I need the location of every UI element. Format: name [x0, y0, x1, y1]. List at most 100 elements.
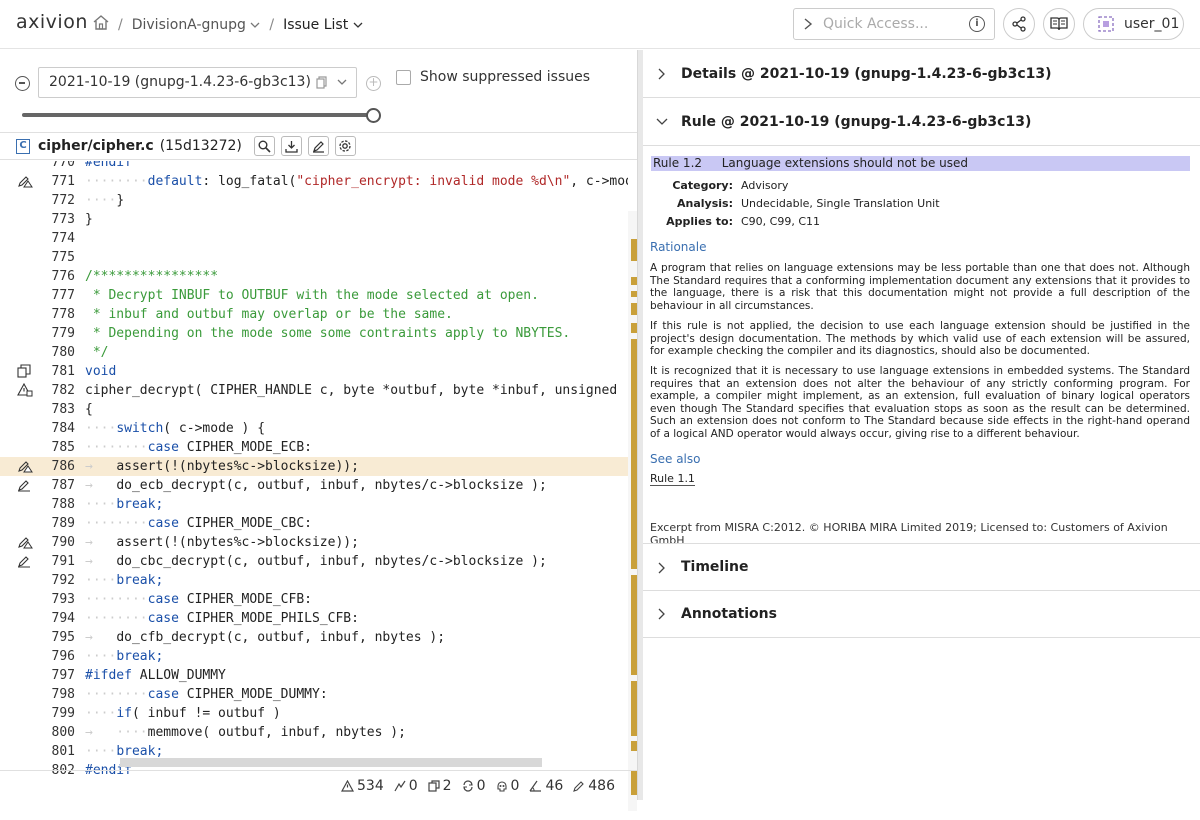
- remove-version-button[interactable]: [15, 76, 30, 91]
- metric-count[interactable]: 0: [394, 778, 418, 794]
- code-line[interactable]: 780 */: [0, 343, 628, 362]
- code-line[interactable]: 779 * Depending on the mode some some co…: [0, 324, 628, 343]
- code-text: ····break;: [85, 573, 164, 588]
- cycle-count[interactable]: 0: [462, 778, 486, 794]
- code-text: ········case CIPHER_MODE_CFB:: [85, 592, 312, 607]
- code-line[interactable]: 794 ········case CIPHER_MODE_PHILS_CFB:: [0, 609, 628, 628]
- issue-minimap[interactable]: [628, 211, 637, 811]
- line-number: 788: [51, 497, 75, 512]
- annotations-section-header[interactable]: Annotations: [643, 590, 1200, 638]
- settings-button[interactable]: [334, 136, 356, 156]
- code-line[interactable]: 795 → do_cfb_decrypt(c, outbuf, inbuf, nb…: [0, 628, 628, 647]
- warning-count[interactable]: 534: [341, 778, 384, 794]
- line-number: 801: [51, 744, 75, 759]
- chevron-right-icon: [658, 608, 665, 620]
- line-number: 771: [51, 174, 75, 189]
- code-line[interactable]: 800 → ····memmove( outbuf, inbuf, nbytes …: [0, 723, 628, 742]
- show-suppressed-checkbox[interactable]: [396, 70, 411, 85]
- code-line[interactable]: 787 → do_ecb_decrypt(c, outbuf, inbuf, nb…: [0, 476, 628, 495]
- show-suppressed-label: Show suppressed issues: [420, 69, 591, 85]
- code-text: ········case CIPHER_MODE_ECB:: [85, 440, 312, 455]
- axivion-logo[interactable]: axivion: [16, 11, 88, 33]
- code-line[interactable]: 784 ····switch( c->mode ) {: [0, 419, 628, 438]
- code-line[interactable]: 786 → assert(!(nbytes%c->blocksize));: [0, 457, 628, 476]
- horizontal-scrollbar[interactable]: [120, 758, 542, 767]
- issue-marker-icon[interactable]: [17, 174, 33, 192]
- breadcrumb-view[interactable]: Issue List: [283, 17, 363, 33]
- line-number: 780: [51, 345, 75, 360]
- download-icon: [285, 140, 298, 153]
- copy-icon[interactable]: [316, 76, 327, 89]
- file-toolbar: C cipher/cipher.c (15d13272): [0, 132, 637, 160]
- code-line[interactable]: 785 ········case CIPHER_MODE_ECB:: [0, 438, 628, 457]
- download-button[interactable]: [280, 136, 302, 156]
- line-number: 776: [51, 269, 75, 284]
- style-violation-count[interactable]: 486: [573, 778, 615, 794]
- share-button[interactable]: [1003, 8, 1035, 40]
- dead-code-count[interactable]: 0: [496, 778, 519, 794]
- issue-marker-icon[interactable]: [17, 382, 33, 401]
- code-line[interactable]: 788 ····break;: [0, 495, 628, 514]
- add-version-button[interactable]: +: [366, 76, 381, 91]
- pencil-icon: [573, 780, 585, 792]
- user-menu-button[interactable]: user_01: [1083, 8, 1184, 40]
- version-select[interactable]: 2021-10-19 (gnupg-1.4.23-6-gb3c13): [38, 67, 357, 98]
- code-text: #ifdef ALLOW_DUMMY: [85, 668, 226, 683]
- source-pane: 2021-10-19 (gnupg-1.4.23-6-gb3c13) + Sho…: [0, 50, 637, 811]
- code-text: ····switch( c->mode ) {: [85, 421, 266, 436]
- rule-section-header[interactable]: Rule @ 2021-10-19 (gnupg-1.4.23-6-gb3c13…: [643, 98, 1200, 146]
- code-line[interactable]: 782 cipher_decrypt( CIPHER_HANDLE c, byte…: [0, 381, 628, 400]
- details-section-header[interactable]: Details @ 2021-10-19 (gnupg-1.4.23-6-gb3…: [643, 50, 1200, 98]
- edit-button[interactable]: [307, 136, 329, 156]
- code-line[interactable]: 792 ····break;: [0, 571, 628, 590]
- quick-access-input[interactable]: Quick Access... i: [793, 8, 995, 40]
- line-number: 790: [51, 535, 75, 550]
- timeline-section-header[interactable]: Timeline: [643, 543, 1200, 591]
- issue-marker-icon[interactable]: [17, 554, 31, 572]
- chevron-right-icon: [658, 562, 665, 574]
- code-line[interactable]: 777 * Decrypt INBUF to OUTBUF with the m…: [0, 286, 628, 305]
- code-line[interactable]: 793 ········case CIPHER_MODE_CFB:: [0, 590, 628, 609]
- documentation-button[interactable]: [1043, 8, 1075, 40]
- code-line[interactable]: 778 * inbuf and outbuf may overlap or be…: [0, 305, 628, 324]
- code-line[interactable]: 775: [0, 248, 628, 267]
- issue-marker-icon[interactable]: [17, 478, 31, 496]
- code-line[interactable]: 796 ····break;: [0, 647, 628, 666]
- clone-count[interactable]: 2: [428, 778, 452, 794]
- rule-heading-band: Rule 1.2 Language extensions should not …: [651, 156, 1190, 171]
- code-text: * Decrypt INBUF to OUTBUF with the mode …: [85, 288, 539, 303]
- architecture-count[interactable]: 46: [529, 778, 563, 794]
- code-line[interactable]: 797 #ifdef ALLOW_DUMMY: [0, 666, 628, 685]
- issue-marker-icon[interactable]: [17, 535, 33, 553]
- info-icon[interactable]: i: [969, 16, 985, 32]
- code-line[interactable]: 783 {: [0, 400, 628, 419]
- code-view[interactable]: 770 #endif 771 ········default: log_fatal("…: [0, 161, 628, 820]
- code-line[interactable]: 789 ········case CIPHER_MODE_CBC:: [0, 514, 628, 533]
- code-line[interactable]: 791 → do_cbc_decrypt(c, outbuf, inbuf, nb…: [0, 552, 628, 571]
- code-line[interactable]: 773}: [0, 210, 628, 229]
- line-number: 773: [51, 212, 75, 227]
- code-line[interactable]: 781 void: [0, 362, 628, 381]
- breadcrumb-project[interactable]: DivisionA-gnupg: [132, 17, 261, 33]
- code-line[interactable]: 799 ····if( inbuf != outbuf ): [0, 704, 628, 723]
- issue-marker-icon[interactable]: [17, 459, 33, 477]
- see-also-rule-link[interactable]: Rule 1.1: [650, 472, 695, 486]
- code-line[interactable]: 798 ········case CIPHER_MODE_DUMMY:: [0, 685, 628, 704]
- line-number: 781: [51, 364, 75, 379]
- home-icon[interactable]: [93, 15, 109, 34]
- chevron-down-icon: [337, 79, 347, 85]
- code-line[interactable]: 774: [0, 229, 628, 248]
- code-line[interactable]: 770 #endif: [0, 161, 628, 172]
- search-button[interactable]: [253, 136, 275, 156]
- code-line[interactable]: 772 ····}: [0, 191, 628, 210]
- version-slider-handle[interactable]: [366, 108, 381, 123]
- code-line[interactable]: 790 → assert(!(nbytes%c->blocksize));: [0, 533, 628, 552]
- issue-marker-icon[interactable]: [17, 364, 31, 382]
- timeline-title: Timeline: [681, 559, 749, 575]
- code-line[interactable]: 771 ········default: log_fatal("cipher_en…: [0, 172, 628, 191]
- version-slider-track[interactable]: [22, 113, 374, 117]
- metric-icon: [394, 780, 406, 791]
- code-line[interactable]: 776 /****************: [0, 267, 628, 286]
- code-text: /****************: [85, 269, 219, 284]
- gear-icon: [339, 140, 352, 152]
